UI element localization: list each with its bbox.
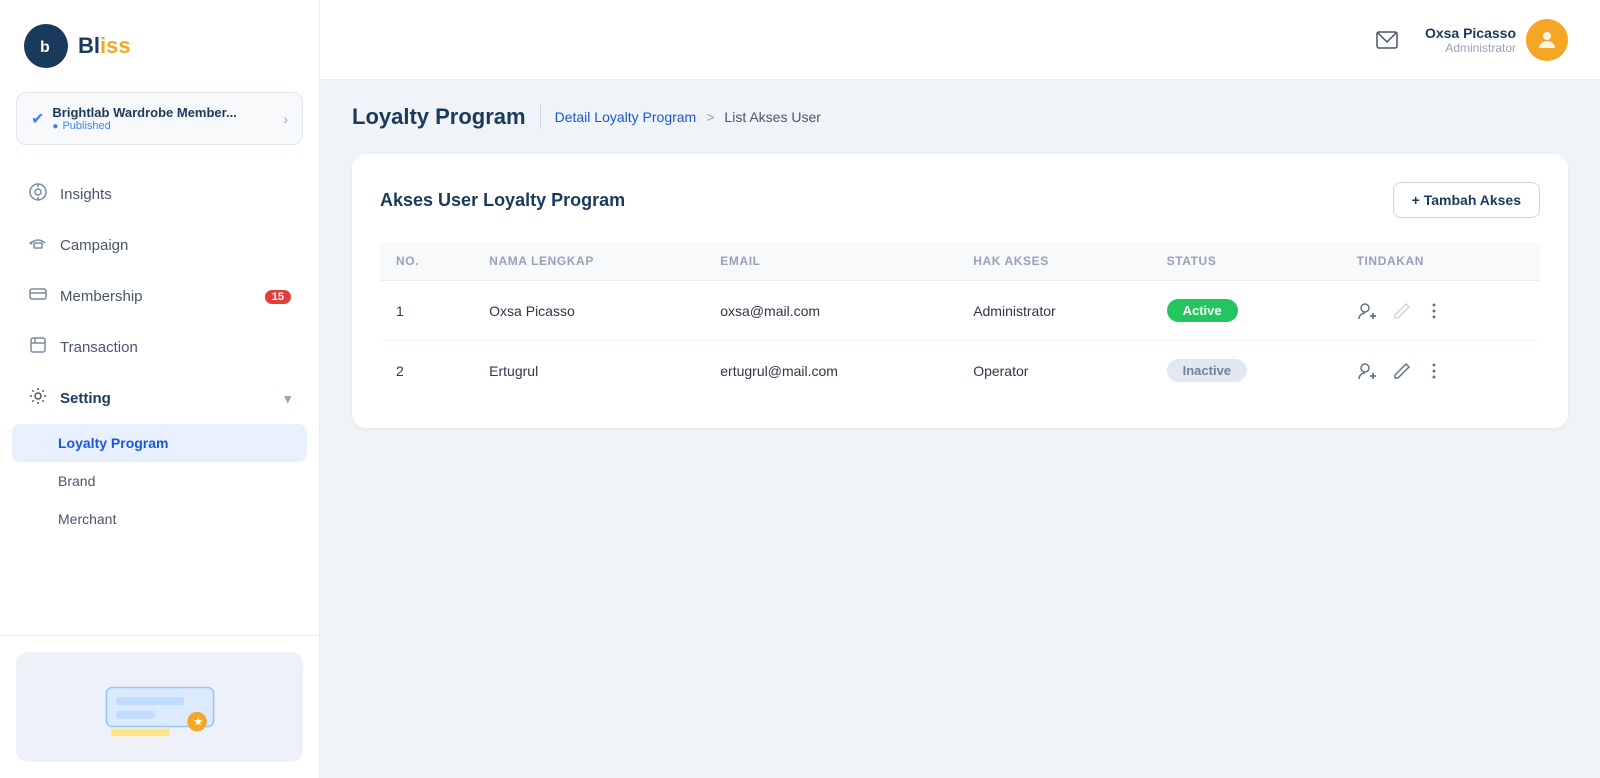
col-hak: HAK AKSES: [957, 242, 1150, 281]
sidebar-nav: Insights Campaign Membership 15 Transact…: [0, 161, 319, 635]
user-role: Administrator: [1425, 41, 1516, 55]
edit-icon[interactable]: [1393, 302, 1411, 320]
cell-hak-akses: Operator: [957, 341, 1150, 401]
col-no: NO.: [380, 242, 473, 281]
assign-user-icon[interactable]: [1357, 361, 1379, 381]
sidebar-item-transaction[interactable]: Transaction: [0, 322, 319, 373]
sidebar-item-setting-label: Setting: [60, 390, 111, 407]
assign-user-icon[interactable]: [1357, 301, 1379, 321]
sidebar-item-membership[interactable]: Membership 15: [0, 271, 319, 322]
more-options-icon[interactable]: [1425, 302, 1443, 320]
tambah-akses-button[interactable]: + Tambah Akses: [1393, 182, 1540, 218]
sidebar-item-setting[interactable]: Setting ▾: [0, 373, 319, 424]
membership-icon: [28, 284, 48, 309]
edit-icon[interactable]: [1393, 362, 1411, 380]
table-row: 2 Ertugrul ertugrul@mail.com Operator In…: [380, 341, 1540, 401]
cell-nama: Ertugrul: [473, 341, 704, 401]
table-card: Akses User Loyalty Program + Tambah Akse…: [352, 154, 1568, 428]
cell-status: Active: [1151, 281, 1341, 341]
svg-text:b: b: [40, 39, 50, 56]
sidebar-item-membership-label: Membership: [60, 288, 143, 305]
cell-nama: Oxsa Picasso: [473, 281, 704, 341]
cell-hak-akses: Administrator: [957, 281, 1150, 341]
table-body: 1 Oxsa Picasso oxsa@mail.com Administrat…: [380, 281, 1540, 401]
workspace-selector[interactable]: ✔ Brightlab Wardrobe Member... ● Publish…: [16, 92, 303, 145]
breadcrumb-link[interactable]: Detail Loyalty Program: [555, 109, 697, 125]
workspace-arrow-icon: ›: [283, 111, 288, 127]
more-options-icon[interactable]: [1425, 362, 1443, 380]
cell-tindakan: [1341, 281, 1540, 341]
sidebar-item-campaign-label: Campaign: [60, 237, 128, 254]
mail-button[interactable]: [1369, 22, 1405, 58]
sidebar-bottom-card-area: ★: [0, 635, 319, 778]
page-title: Loyalty Program: [352, 104, 526, 130]
table-header: Akses User Loyalty Program + Tambah Akse…: [380, 182, 1540, 218]
sidebar: b Bliss ✔ Brightlab Wardrobe Member... ●…: [0, 0, 320, 778]
transaction-icon: [28, 335, 48, 360]
cell-no: 1: [380, 281, 473, 341]
user-access-table: NO. NAMA LENGKAP EMAIL HAK AKSES STATUS …: [380, 242, 1540, 400]
header-right: Oxsa Picasso Administrator: [1369, 19, 1568, 61]
sidebar-item-transaction-label: Transaction: [60, 339, 138, 356]
breadcrumb-current: List Akses User: [724, 109, 820, 125]
logo-text: Bliss: [78, 33, 131, 59]
main-content: Oxsa Picasso Administrator Loyalty Progr…: [320, 0, 1600, 778]
user-name: Oxsa Picasso: [1425, 25, 1516, 41]
col-status: STATUS: [1151, 242, 1341, 281]
membership-badge: 15: [265, 290, 291, 304]
sidebar-sub-item-loyalty-label: Loyalty Program: [58, 435, 168, 451]
header: Oxsa Picasso Administrator: [320, 0, 1600, 80]
workspace-badge-icon: ✔: [31, 109, 44, 129]
col-nama: NAMA LENGKAP: [473, 242, 704, 281]
sidebar-sub-item-merchant[interactable]: Merchant: [0, 500, 319, 538]
chevron-down-icon: ▾: [284, 391, 291, 407]
promo-illustration: ★: [90, 668, 230, 746]
cell-email: oxsa@mail.com: [704, 281, 957, 341]
breadcrumb: Loyalty Program Detail Loyalty Program >…: [352, 104, 1568, 130]
table-row: 1 Oxsa Picasso oxsa@mail.com Administrat…: [380, 281, 1540, 341]
table-title: Akses User Loyalty Program: [380, 190, 625, 211]
status-badge: Inactive: [1167, 359, 1247, 382]
sidebar-sub-item-merchant-label: Merchant: [58, 511, 116, 527]
page-content: Loyalty Program Detail Loyalty Program >…: [320, 80, 1600, 778]
sidebar-promo-card: ★: [16, 652, 303, 762]
user-info-area: Oxsa Picasso Administrator: [1425, 19, 1568, 61]
insights-icon: [28, 182, 48, 207]
breadcrumb-arrow-icon: >: [706, 109, 714, 125]
cell-tindakan: [1341, 341, 1540, 401]
sidebar-item-insights[interactable]: Insights: [0, 169, 319, 220]
logo-area: b Bliss: [0, 0, 319, 84]
sidebar-sub-item-brand-label: Brand: [58, 473, 95, 489]
cell-no: 2: [380, 341, 473, 401]
col-tindakan: TINDAKAN: [1341, 242, 1540, 281]
workspace-status: ● Published: [52, 120, 236, 132]
campaign-icon: [28, 233, 48, 258]
avatar[interactable]: [1526, 19, 1568, 61]
col-email: EMAIL: [704, 242, 957, 281]
sidebar-sub-item-brand[interactable]: Brand: [0, 462, 319, 500]
sidebar-item-insights-label: Insights: [60, 186, 112, 203]
sidebar-item-campaign[interactable]: Campaign: [0, 220, 319, 271]
sidebar-sub-item-loyalty-program[interactable]: Loyalty Program: [12, 424, 307, 462]
status-badge: Active: [1167, 299, 1238, 322]
cell-status: Inactive: [1151, 341, 1341, 401]
setting-icon: [28, 386, 48, 411]
svg-text:★: ★: [193, 716, 203, 729]
table-header-row: NO. NAMA LENGKAP EMAIL HAK AKSES STATUS …: [380, 242, 1540, 281]
logo-icon: b: [24, 24, 68, 68]
breadcrumb-separator: [540, 105, 541, 129]
cell-email: ertugrul@mail.com: [704, 341, 957, 401]
workspace-name: Brightlab Wardrobe Member...: [52, 105, 236, 120]
